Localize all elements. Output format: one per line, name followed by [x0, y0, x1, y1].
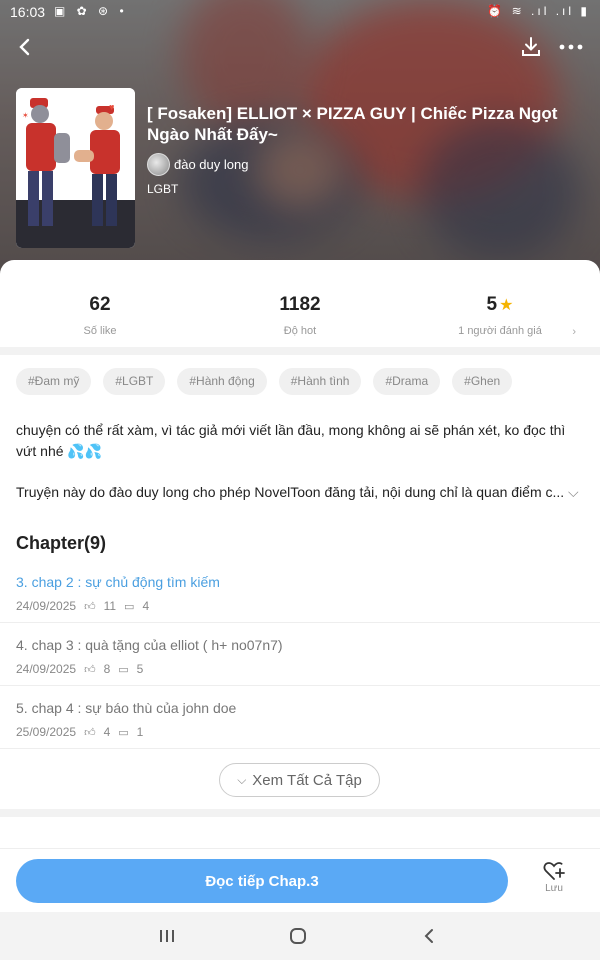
author-name[interactable]: đào duy long: [174, 157, 248, 172]
see-all-label: Xem Tất Cả Tập: [252, 771, 362, 789]
hot-count: 1182: [279, 294, 321, 315]
tag-chip[interactable]: #Hành tình: [278, 368, 362, 395]
genre-label: LGBT: [147, 182, 179, 196]
save-label: Lưu: [545, 883, 563, 894]
chapter-title[interactable]: 3. chap 2 : sự chủ động tìm kiếm: [16, 574, 220, 590]
more-options-icon[interactable]: [557, 33, 585, 61]
rating-label: 1 người đánh giá: [458, 325, 542, 337]
system-navigation-bar: [0, 912, 600, 960]
book-description: chuyện có thể rất xàm, vì tác giả mới vi…: [16, 422, 566, 459]
tag-chip[interactable]: #Đam mỹ: [16, 368, 92, 395]
chapter-item[interactable]: 4. chap 3 : quà tặng của elliot ( h+ no0…: [0, 623, 600, 686]
chapter-likes: 11: [103, 599, 117, 613]
chapter-meta: 24/09/2025 👍︎ 11 ▭ 4: [16, 599, 157, 613]
book-detail-card: 62 Số like 1182 Độ hot 5 ★ 1 người đánh g…: [0, 260, 600, 912]
star-icon: ★: [499, 297, 514, 314]
chapter-heading: Chapter(9): [16, 533, 107, 553]
status-notification-icons: ▣ ✿ ⊛ •: [54, 4, 128, 18]
comment-icon: ▭: [118, 663, 129, 676]
likes-count: 62: [89, 294, 111, 315]
rating-value-row: 5 ★: [400, 294, 600, 316]
section-divider: [0, 347, 600, 355]
chapter-title[interactable]: 4. chap 3 : quà tặng của elliot ( h+ no0…: [16, 637, 283, 653]
book-cover-image[interactable]: ♥ ✶: [16, 88, 135, 248]
chapter-list: 3. chap 2 : sự chủ động tìm kiếm 24/09/2…: [0, 560, 600, 749]
back-arrow-icon[interactable]: [10, 33, 38, 61]
chapter-comments: 1: [136, 725, 144, 739]
recent-apps-icon[interactable]: [152, 924, 182, 948]
heart-plus-icon: [543, 862, 565, 880]
rating-stat[interactable]: 5 ★ 1 người đánh giá: [400, 294, 600, 337]
section-divider: [0, 809, 600, 817]
rating-value: 5: [486, 294, 498, 315]
chapter-title[interactable]: 5. chap 4 : sự báo thù của john doe: [16, 700, 236, 716]
likes-stat: 62 Số like: [0, 294, 200, 337]
copyright-notice[interactable]: Truyện này do đào duy long cho phép Nove…: [16, 484, 568, 500]
chapter-date: 24/09/2025: [16, 662, 77, 676]
chapter-comments: 5: [136, 662, 144, 676]
book-title: [ Fosaken] ELLIOT × PIZZA GUY | Chiếc Pi…: [147, 104, 558, 144]
author-avatar[interactable]: [147, 152, 170, 176]
svg-text:✶: ✶: [22, 111, 29, 120]
status-system-icons: ⏰ ≋ .ıl .ıl ▮: [487, 4, 590, 18]
chapter-meta: 24/09/2025 👍︎ 8 ▭ 5: [16, 662, 151, 676]
chapter-comments: 4: [142, 599, 150, 613]
comment-icon: ▭: [124, 600, 135, 613]
chapter-item[interactable]: 3. chap 2 : sự chủ động tìm kiếm 24/09/2…: [0, 560, 600, 623]
status-time: 16:03: [10, 4, 46, 20]
hot-label: Độ hot: [283, 325, 317, 337]
author-row[interactable]: đào duy long: [147, 152, 248, 176]
home-icon[interactable]: [283, 924, 313, 948]
thumbs-up-icon: 👍︎: [84, 600, 96, 613]
save-button[interactable]: Lưu: [536, 861, 572, 894]
likes-label: Số like: [83, 325, 117, 337]
stats-row: 62 Số like 1182 Độ hot 5 ★ 1 người đánh g…: [0, 260, 600, 347]
tag-chip[interactable]: #Drama: [373, 368, 441, 395]
status-bar: 16:03 ▣ ✿ ⊛ • ⏰ ≋ .ıl .ıl ▮: [0, 0, 600, 24]
chapter-date: 25/09/2025: [16, 725, 77, 739]
continue-reading-button[interactable]: Đọc tiếp Chap.3: [16, 859, 508, 903]
chevron-down-icon: ⌵: [237, 772, 247, 787]
svg-text:♥: ♥: [109, 102, 114, 112]
back-nav-icon[interactable]: [414, 924, 444, 948]
chapter-meta: 25/09/2025 👍︎ 4 ▭ 1: [16, 725, 151, 739]
tag-chip[interactable]: #LGBT: [103, 368, 166, 395]
tag-chip[interactable]: #Ghen: [452, 368, 513, 395]
tag-chip[interactable]: #Hành động: [177, 368, 267, 395]
comment-icon: ▭: [118, 726, 129, 739]
bottom-action-bar: Đọc tiếp Chap.3 Lưu: [0, 848, 600, 912]
thumbs-up-icon: 👍︎: [84, 726, 96, 739]
see-all-chapters-button[interactable]: ⌵ Xem Tất Cả Tập: [219, 763, 380, 797]
thumbs-up-icon: 👍︎: [84, 663, 96, 676]
chapter-date: 24/09/2025: [16, 599, 77, 613]
chapter-likes: 8: [103, 662, 111, 676]
hot-stat: 1182 Độ hot: [200, 294, 400, 337]
tag-list: #Đam mỹ #LGBT #Hành động #Hành tình #Dra…: [16, 368, 513, 395]
chevron-right-icon[interactable]: ›: [572, 326, 576, 338]
chevron-down-icon[interactable]: ⌵: [568, 484, 579, 501]
chapter-likes: 4: [103, 725, 111, 739]
download-icon[interactable]: [517, 33, 545, 61]
chapter-item[interactable]: 5. chap 4 : sự báo thù của john doe 25/0…: [0, 686, 600, 749]
